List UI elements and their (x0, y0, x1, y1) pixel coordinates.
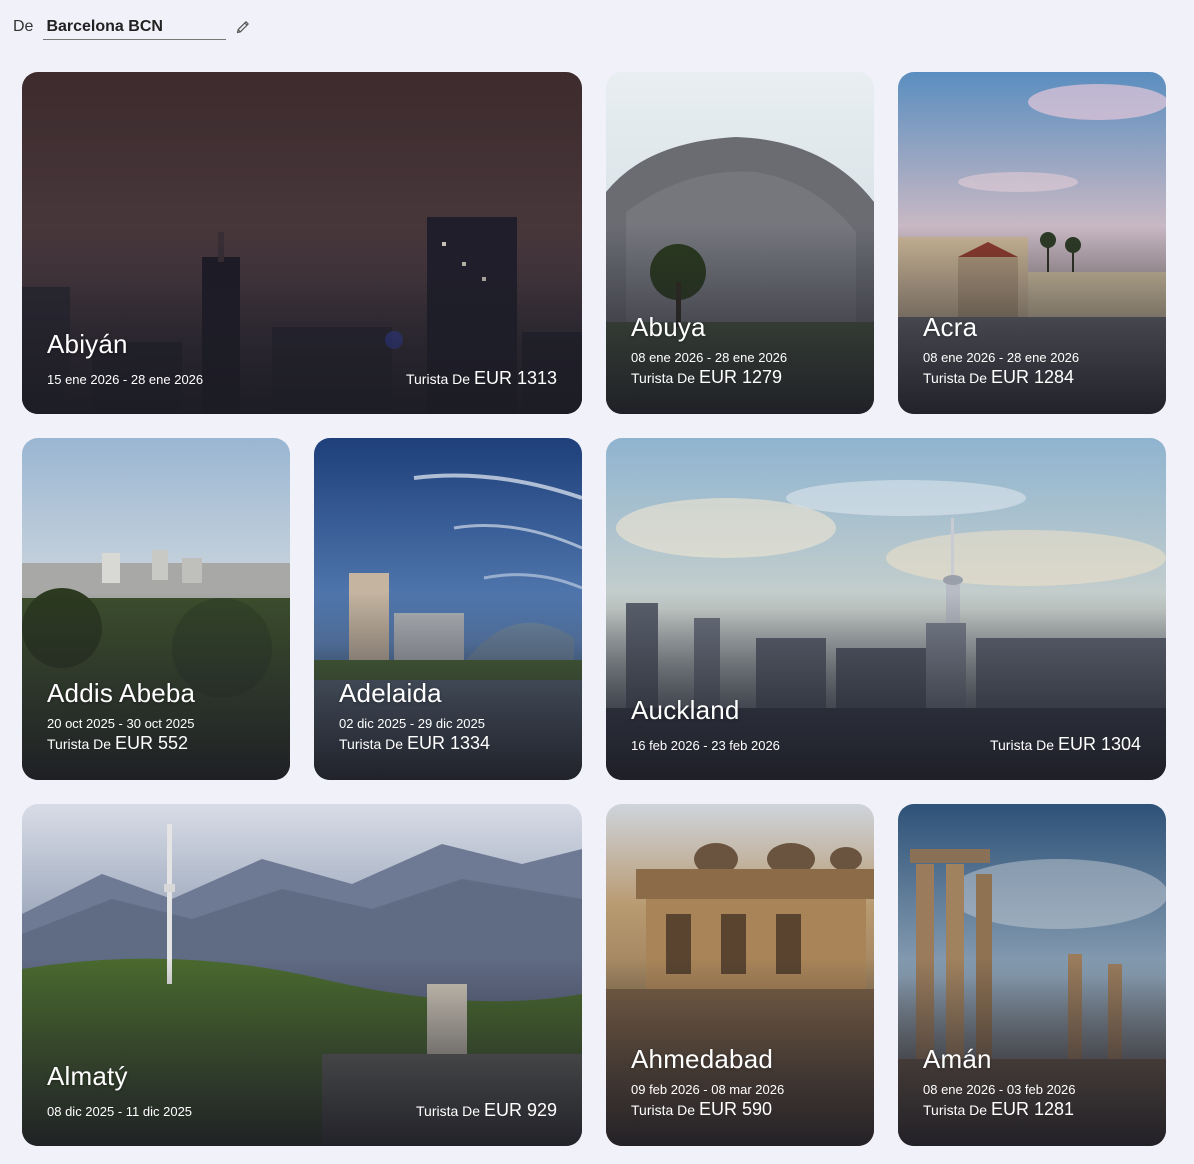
price-amount: EUR 590 (698, 1099, 772, 1119)
fare-class-label: Turista De (47, 736, 112, 752)
price-info: Turista De EUR 1313 (406, 368, 557, 389)
city-name: Abuya (631, 312, 706, 342)
price-info: Turista De EUR 929 (416, 1100, 557, 1121)
destination-card-ahmedabad[interactable]: Ahmedabad 09 feb 2026 - 08 mar 2026 Turi… (606, 804, 874, 1146)
travel-dates: 02 dic 2025 - 29 dic 2025 (339, 716, 485, 731)
fare-class-label: Turista De (416, 1103, 481, 1119)
price-info: Turista De EUR 1284 (923, 367, 1074, 388)
travel-dates: 09 feb 2026 - 08 mar 2026 (631, 1082, 785, 1097)
price-info: Turista De EUR 1279 (631, 367, 782, 388)
price-amount: EUR 929 (483, 1100, 557, 1120)
travel-dates: 08 ene 2026 - 03 feb 2026 (923, 1082, 1076, 1097)
price-info: Turista De EUR 1281 (923, 1099, 1074, 1120)
destination-card-abiyan[interactable]: Abiyán 15 ene 2026 - 28 ene 2026 Turista… (22, 72, 582, 414)
origin-input[interactable] (43, 14, 227, 40)
travel-dates: 16 feb 2026 - 23 feb 2026 (631, 738, 780, 753)
travel-dates: 08 dic 2025 - 11 dic 2025 (47, 1104, 193, 1119)
origin-label: De (13, 18, 34, 35)
city-name: Ahmedabad (631, 1044, 774, 1074)
price-amount: EUR 552 (114, 733, 188, 753)
fare-class-label: Turista De (405, 371, 471, 387)
destination-card-acra[interactable]: Acra 08 ene 2026 - 28 ene 2026 Turista D… (898, 72, 1166, 414)
fare-class-label: Turista De (923, 1102, 988, 1118)
travel-dates: 08 ene 2026 - 28 ene 2026 (923, 350, 1080, 365)
city-name: Acra (923, 312, 978, 342)
travel-dates: 15 ene 2026 - 28 ene 2026 (47, 372, 204, 387)
city-name: Adelaida (339, 678, 442, 708)
pencil-icon[interactable] (234, 18, 252, 36)
destination-card-aman[interactable]: Amán 08 ene 2026 - 03 feb 2026 Turista D… (898, 804, 1166, 1146)
price-amount: EUR 1281 (990, 1099, 1075, 1119)
city-name: Auckland (631, 695, 740, 725)
destination-card-adelaida[interactable]: Adelaida 02 dic 2025 - 29 dic 2025 Turis… (314, 438, 582, 780)
fare-class-label: Turista De (339, 736, 404, 752)
fare-class-label: Turista De (631, 1102, 696, 1118)
price-amount: EUR 1334 (406, 733, 491, 753)
travel-dates: 20 oct 2025 - 30 oct 2025 (47, 716, 195, 731)
fare-class-label: Turista De (631, 370, 696, 386)
city-name: Addis Abeba (47, 678, 196, 708)
price-amount: EUR 1313 (473, 368, 557, 388)
price-info: Turista De EUR 1304 (990, 734, 1141, 755)
price-info: Turista De EUR 1334 (339, 733, 490, 754)
price-amount: EUR 1284 (990, 367, 1075, 387)
destination-card-abuya[interactable]: Abuya 08 ene 2026 - 28 ene 2026 Turista … (606, 72, 874, 414)
fare-class-label: Turista De (923, 370, 988, 386)
city-name: Almatý (47, 1061, 128, 1091)
price-info: Turista De EUR 552 (47, 733, 188, 754)
price-info: Turista De EUR 590 (631, 1099, 772, 1120)
destination-card-addis-abeba[interactable]: Addis Abeba 20 oct 2025 - 30 oct 2025 Tu… (22, 438, 290, 780)
price-amount: EUR 1279 (698, 367, 783, 387)
destination-card-auckland[interactable]: Auckland 16 feb 2026 - 23 feb 2026 Turis… (606, 438, 1166, 780)
destination-card-almaty[interactable]: Almatý 08 dic 2025 - 11 dic 2025 Turista… (22, 804, 582, 1146)
price-amount: EUR 1304 (1057, 734, 1141, 754)
origin-selector: De (13, 12, 252, 42)
city-name: Abiyán (47, 329, 128, 359)
city-name: Amán (923, 1044, 992, 1074)
fare-class-label: Turista De (989, 737, 1055, 753)
travel-dates: 08 ene 2026 - 28 ene 2026 (631, 350, 788, 365)
